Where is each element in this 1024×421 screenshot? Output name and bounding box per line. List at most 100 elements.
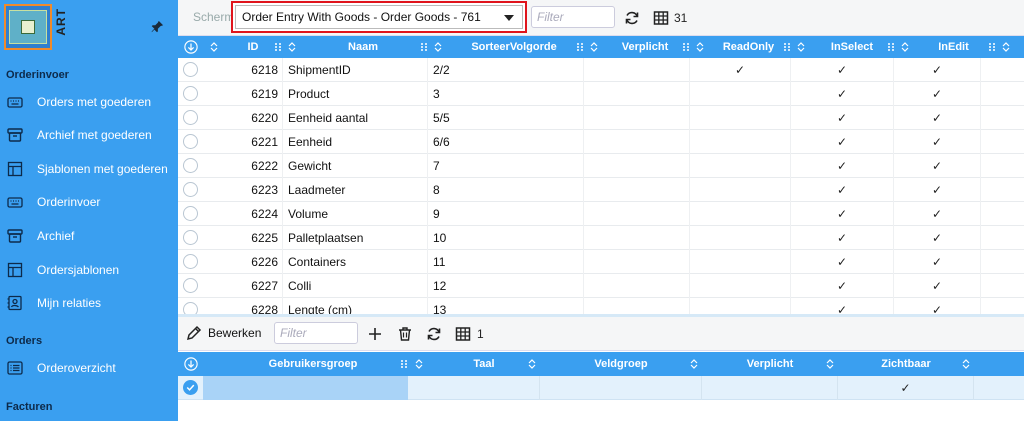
cell-sorteervolgorde[interactable]: 9 — [428, 202, 584, 226]
cell-sorteervolgorde[interactable]: 7 — [428, 154, 584, 178]
table-row[interactable]: 6227 Colli 12 ✓ ✓ — [178, 274, 1024, 298]
table-row[interactable]: 6223 Laadmeter 8 ✓ ✓ — [178, 178, 1024, 202]
cell-sorteervolgorde[interactable]: 11 — [428, 250, 584, 274]
sort-icon[interactable] — [797, 42, 805, 52]
drag-handle-icon[interactable] — [400, 359, 408, 369]
row-select-radio[interactable] — [183, 158, 198, 173]
cell-sorteervolgorde[interactable]: 2/2 — [428, 58, 584, 82]
sort-icon[interactable] — [962, 359, 970, 369]
table-row[interactable]: 6224 Volume 9 ✓ ✓ — [178, 202, 1024, 226]
cell-id[interactable]: 6218 — [203, 58, 283, 82]
cell-inselect[interactable]: ✓ — [791, 130, 894, 154]
table-row[interactable]: 6228 Lengte (cm) 13 ✓ ✓ — [178, 298, 1024, 314]
cell-verplicht[interactable] — [584, 202, 690, 226]
cell-sorteervolgorde[interactable]: 10 — [428, 226, 584, 250]
cell-readonly[interactable] — [690, 154, 791, 178]
cell-inedit[interactable]: ✓ — [894, 250, 981, 274]
sort-icon[interactable] — [415, 359, 423, 369]
sort-icon[interactable] — [528, 359, 536, 369]
drag-handle-icon[interactable] — [576, 42, 584, 52]
cell-naam[interactable]: Palletplaatsen — [283, 226, 428, 250]
table-row[interactable]: ✓ — [178, 376, 1024, 400]
cell-inedit[interactable]: ✓ — [894, 298, 981, 314]
cell-inselect[interactable]: ✓ — [791, 250, 894, 274]
sort-icon[interactable] — [826, 359, 834, 369]
cell-id[interactable]: 6228 — [203, 298, 283, 314]
nav-mijn-relaties[interactable]: Mijn relaties — [0, 290, 178, 316]
trash-icon[interactable] — [397, 326, 413, 342]
row-select-radio[interactable] — [183, 278, 198, 293]
cell-readonly[interactable] — [690, 130, 791, 154]
cell-gebruikersgroep[interactable] — [203, 376, 408, 400]
cell-inedit[interactable]: ✓ — [894, 58, 981, 82]
grid-icon[interactable] — [455, 326, 471, 342]
sort-icon[interactable] — [288, 42, 296, 52]
col-header-taal[interactable]: Taal — [428, 352, 540, 376]
col-header-verplicht[interactable]: Verplicht — [600, 36, 690, 58]
col-header-inedit[interactable]: InEdit — [911, 36, 996, 58]
col-header-readonly[interactable]: ReadOnly — [706, 36, 791, 58]
cell-verplicht[interactable] — [584, 178, 690, 202]
sort-icon[interactable] — [434, 42, 442, 52]
cell-naam[interactable]: Volume — [283, 202, 428, 226]
table-row[interactable]: 6225 Palletplaatsen 10 ✓ ✓ — [178, 226, 1024, 250]
cell-inselect[interactable]: ✓ — [791, 178, 894, 202]
cell-sorteervolgorde[interactable]: 5/5 — [428, 106, 584, 130]
cell-sorteervolgorde[interactable]: 8 — [428, 178, 584, 202]
cell-inselect[interactable]: ✓ — [791, 106, 894, 130]
select-all-icon[interactable] — [184, 357, 198, 371]
cell-id[interactable]: 6226 — [203, 250, 283, 274]
cell-id[interactable]: 6225 — [203, 226, 283, 250]
nav-ordersjablonen[interactable]: Ordersjablonen — [0, 257, 178, 283]
cell-naam[interactable]: Lengte (cm) — [283, 298, 428, 314]
cell-verplicht[interactable] — [584, 82, 690, 106]
app-logo[interactable] — [4, 4, 52, 50]
drag-handle-icon[interactable] — [887, 42, 895, 52]
sort-icon[interactable] — [590, 42, 598, 52]
cell-readonly[interactable]: ✓ — [690, 58, 791, 82]
cell-sorteervolgorde[interactable]: 3 — [428, 82, 584, 106]
row-select-radio[interactable] — [183, 302, 198, 314]
cell-verplicht[interactable] — [584, 298, 690, 314]
table-row[interactable]: 6226 Containers 11 ✓ ✓ — [178, 250, 1024, 274]
nav-orders-met-goederen[interactable]: Orders met goederen — [0, 89, 178, 115]
filter-input-bottom[interactable] — [274, 322, 358, 344]
row-select-radio[interactable] — [183, 110, 198, 125]
cell-verplicht[interactable] — [584, 130, 690, 154]
caret-down-icon[interactable] — [504, 15, 514, 21]
cell-readonly[interactable] — [690, 274, 791, 298]
cell-verplicht[interactable] — [584, 250, 690, 274]
drag-handle-icon[interactable] — [783, 42, 791, 52]
cell-inedit[interactable]: ✓ — [894, 130, 981, 154]
cell-verplicht[interactable] — [584, 58, 690, 82]
row-select-radio[interactable] — [183, 254, 198, 269]
cell-readonly[interactable] — [690, 226, 791, 250]
cell-readonly[interactable] — [690, 178, 791, 202]
cell-verplicht[interactable] — [702, 376, 838, 400]
cell-verplicht[interactable] — [584, 154, 690, 178]
cell-inedit[interactable]: ✓ — [894, 178, 981, 202]
cell-inedit[interactable]: ✓ — [894, 82, 981, 106]
cell-naam[interactable]: Containers — [283, 250, 428, 274]
row-select-radio[interactable] — [183, 182, 198, 197]
col-header-zichtbaar[interactable]: Zichtbaar — [838, 352, 974, 376]
cell-id[interactable]: 6222 — [203, 154, 283, 178]
cell-inedit[interactable]: ✓ — [894, 202, 981, 226]
nav-orderinvoer[interactable]: Orderinvoer — [0, 189, 178, 215]
cell-readonly[interactable] — [690, 298, 791, 314]
sort-icon[interactable] — [210, 42, 218, 52]
nav-archief[interactable]: Archief — [0, 223, 178, 249]
row-select-radio[interactable] — [183, 62, 198, 77]
cell-verplicht[interactable] — [584, 274, 690, 298]
cell-naam[interactable]: Colli — [283, 274, 428, 298]
cell-veldgroep[interactable] — [540, 376, 702, 400]
cell-inedit[interactable]: ✓ — [894, 154, 981, 178]
nav-sjablonen-met-goederen[interactable]: Sjablonen met goederen — [0, 156, 178, 182]
drag-handle-icon[interactable] — [274, 42, 282, 52]
cell-naam[interactable]: Eenheid aantal — [283, 106, 428, 130]
row-select-radio[interactable] — [183, 86, 198, 101]
cell-inselect[interactable]: ✓ — [791, 58, 894, 82]
screen-select[interactable]: Order Entry With Goods - Order Goods - 7… — [235, 5, 523, 29]
table-row[interactable]: 6220 Eenheid aantal 5/5 ✓ ✓ — [178, 106, 1024, 130]
cell-naam[interactable]: Laadmeter — [283, 178, 428, 202]
